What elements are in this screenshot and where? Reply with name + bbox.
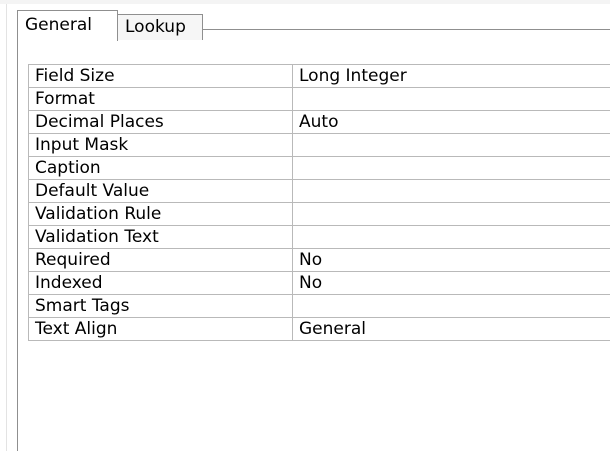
- property-label: Smart Tags: [28, 294, 293, 318]
- property-value-field[interactable]: [292, 179, 610, 203]
- property-label: Input Mask: [28, 133, 293, 157]
- property-label: Required: [28, 248, 293, 272]
- property-value-field[interactable]: [292, 294, 610, 318]
- property-value-field[interactable]: Auto: [292, 110, 610, 134]
- property-value-field[interactable]: [292, 202, 610, 226]
- property-value-field[interactable]: General: [292, 317, 610, 341]
- property-label: Indexed: [28, 271, 293, 295]
- property-row-smart-tags[interactable]: Smart Tags: [28, 294, 610, 318]
- property-sheet: Field Size Long Integer Format Decimal P…: [28, 64, 610, 341]
- tab-lookup[interactable]: Lookup: [117, 14, 203, 40]
- property-label: Validation Text: [28, 225, 293, 249]
- property-row-format[interactable]: Format: [28, 87, 610, 111]
- top-strip: [0, 0, 610, 4]
- property-value-field[interactable]: [292, 156, 610, 180]
- property-label: Caption: [28, 156, 293, 180]
- left-divider: [6, 4, 7, 451]
- property-value-field[interactable]: [292, 133, 610, 157]
- property-row-decimal-places[interactable]: Decimal Places Auto: [28, 110, 610, 134]
- tab-general[interactable]: General: [17, 10, 118, 41]
- property-label: Decimal Places: [28, 110, 293, 134]
- property-label: Default Value: [28, 179, 293, 203]
- property-label: Validation Rule: [28, 202, 293, 226]
- property-row-indexed[interactable]: Indexed No: [28, 271, 610, 295]
- property-row-validation-text[interactable]: Validation Text: [28, 225, 610, 249]
- property-value-field[interactable]: No: [292, 248, 610, 272]
- property-row-validation-rule[interactable]: Validation Rule: [28, 202, 610, 226]
- property-row-input-mask[interactable]: Input Mask: [28, 133, 610, 157]
- property-value-field[interactable]: [292, 225, 610, 249]
- property-row-text-align[interactable]: Text Align General: [28, 317, 610, 341]
- property-label: Text Align: [28, 317, 293, 341]
- property-value-field[interactable]: Long Integer: [292, 64, 610, 88]
- property-label: Format: [28, 87, 293, 111]
- property-row-caption[interactable]: Caption: [28, 156, 610, 180]
- field-properties-pane: General Lookup Field Size Long Integer F…: [0, 0, 610, 451]
- property-value-field[interactable]: [292, 87, 610, 111]
- property-row-default-value[interactable]: Default Value: [28, 179, 610, 203]
- property-row-required[interactable]: Required No: [28, 248, 610, 272]
- property-label: Field Size: [28, 64, 293, 88]
- property-value-field[interactable]: No: [292, 271, 610, 295]
- property-row-field-size[interactable]: Field Size Long Integer: [28, 64, 610, 88]
